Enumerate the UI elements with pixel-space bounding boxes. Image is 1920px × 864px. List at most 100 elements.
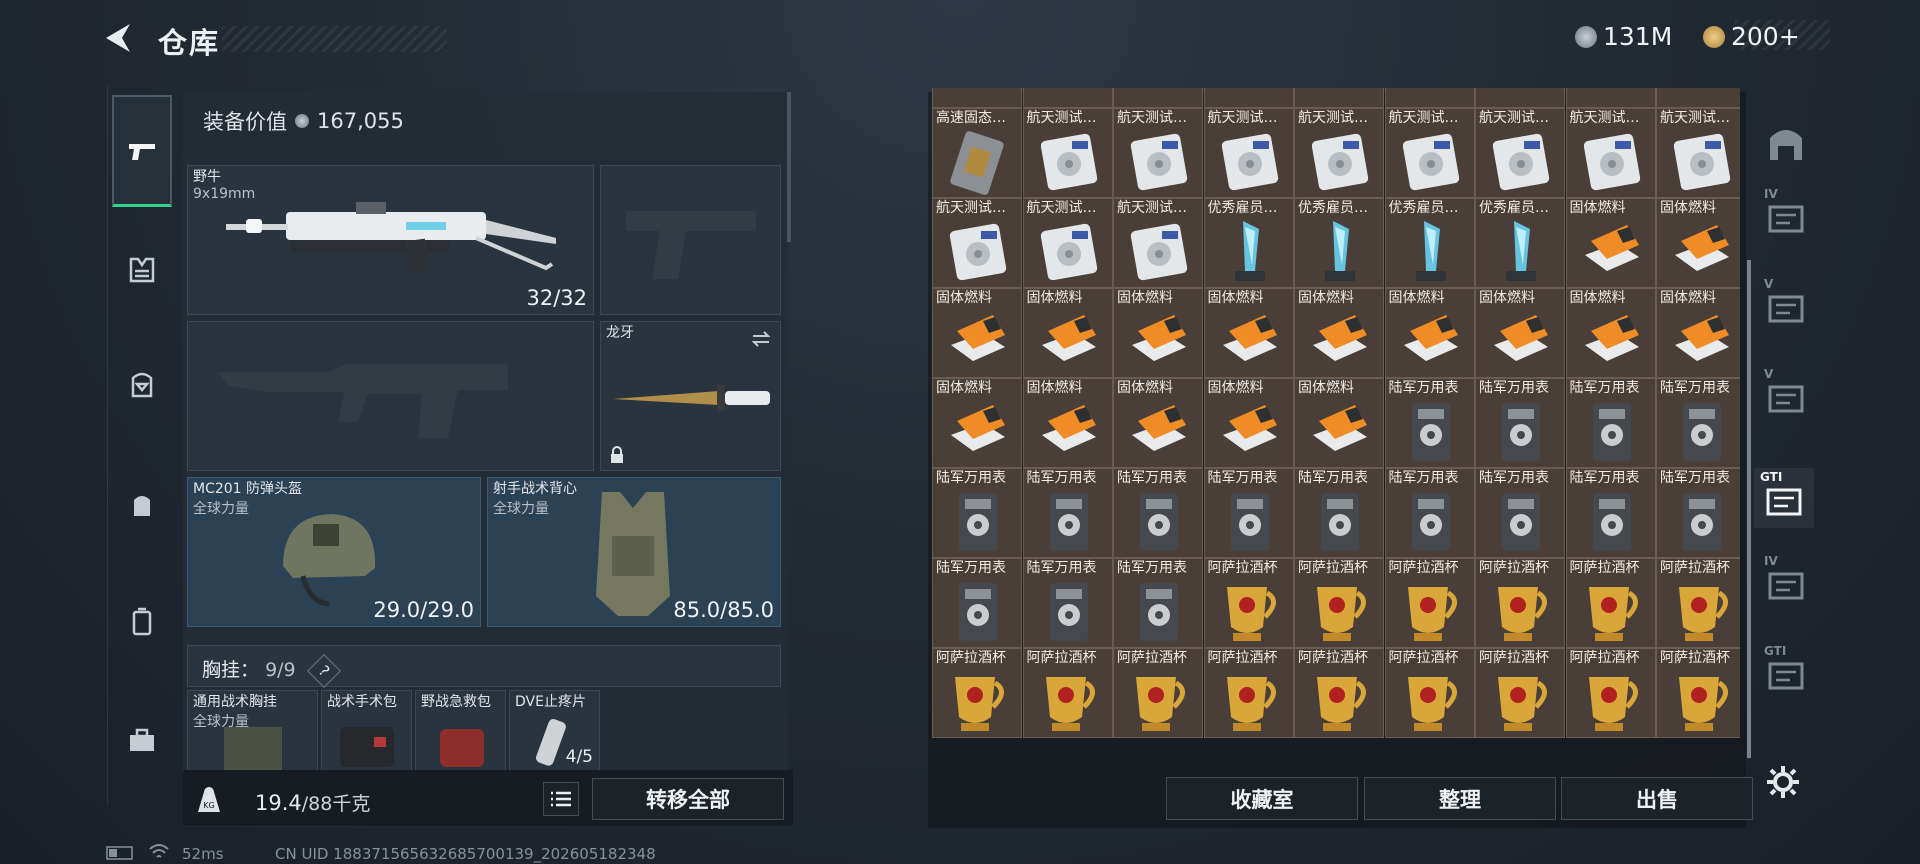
inventory-item[interactable]: 固体燃料 (1203, 378, 1294, 468)
inventory-item[interactable] (1475, 88, 1565, 108)
transfer-all-button[interactable]: 转移全部 (592, 778, 784, 820)
inventory-item[interactable]: 陆军万用表 (1565, 378, 1656, 468)
inventory-item[interactable]: 陆军万用表 (1656, 378, 1740, 468)
inventory-item[interactable]: 固体燃料 (1384, 288, 1475, 378)
tab-weapons[interactable] (112, 95, 172, 207)
inventory-item[interactable]: 高速固态… (932, 108, 1022, 198)
tab-toolbox[interactable] (112, 710, 172, 770)
inventory-item[interactable]: 固体燃料 (1656, 198, 1740, 288)
inventory-item[interactable] (1384, 88, 1475, 108)
inventory-item[interactable]: 陆军万用表 (1475, 468, 1565, 558)
inventory-item[interactable]: 阿萨拉酒杯 (1203, 558, 1294, 648)
inventory-item[interactable]: 固体燃料 (932, 378, 1022, 468)
inventory-item[interactable]: 固体燃料 (1565, 288, 1656, 378)
storage-tab-5[interactable]: IV (1764, 554, 1808, 604)
collection-room-button[interactable]: 收藏室 (1166, 777, 1358, 820)
inventory-item[interactable]: 陆军万用表 (932, 468, 1022, 558)
inventory-item[interactable]: 陆军万用表 (1475, 378, 1565, 468)
swap-icon[interactable] (750, 328, 772, 350)
inventory-item[interactable]: 优秀雇员… (1384, 198, 1475, 288)
inventory-item[interactable]: 陆军万用表 (1384, 378, 1475, 468)
inventory-item[interactable]: 固体燃料 (1656, 288, 1740, 378)
storage-tab-2[interactable]: V (1764, 277, 1808, 327)
inventory-item[interactable]: 阿萨拉酒杯 (1565, 648, 1656, 738)
inventory-item[interactable]: 阿萨拉酒杯 (1384, 558, 1475, 648)
inventory-item[interactable]: 陆军万用表 (1022, 558, 1113, 648)
inventory-item[interactable]: 阿萨拉酒杯 (932, 648, 1022, 738)
storage-tab-1[interactable]: IV (1764, 187, 1808, 237)
inventory-item[interactable]: 陆军万用表 (1113, 558, 1203, 648)
inventory-item[interactable]: 阿萨拉酒杯 (1565, 558, 1656, 648)
rifle-weapon-slot[interactable] (187, 321, 594, 471)
inventory-item[interactable] (1022, 88, 1113, 108)
list-view-button[interactable] (543, 782, 579, 816)
primary-weapon-slot[interactable]: 野牛 9x19mm 32/32 (187, 165, 594, 315)
inventory-item[interactable]: 航天测试… (1475, 108, 1565, 198)
inventory-item[interactable]: 固体燃料 (1113, 378, 1203, 468)
inventory-item[interactable]: 优秀雇员… (1475, 198, 1565, 288)
inventory-item[interactable]: 固体燃料 (1294, 378, 1384, 468)
inventory-item[interactable]: 固体燃料 (1022, 378, 1113, 468)
tab-case[interactable] (112, 592, 172, 652)
back-arrow-icon[interactable] (100, 20, 136, 56)
inventory-item[interactable]: 阿萨拉酒杯 (1384, 648, 1475, 738)
inventory-item[interactable]: 阿萨拉酒杯 (1475, 648, 1565, 738)
inventory-item[interactable]: 陆军万用表 (1656, 468, 1740, 558)
inventory-item[interactable] (1113, 88, 1203, 108)
storage-tab-4[interactable]: GTI (1754, 468, 1814, 528)
help-icon[interactable]: ? (306, 654, 341, 688)
inventory-item[interactable]: 航天测试… (1113, 198, 1203, 288)
inventory-item[interactable]: 航天测试… (1113, 108, 1203, 198)
rig-item-slot[interactable]: 战术手术包 (321, 690, 412, 772)
inventory-item[interactable] (932, 88, 1022, 108)
sort-button[interactable]: 整理 (1364, 777, 1556, 820)
inventory-item[interactable]: 固体燃料 (1022, 288, 1113, 378)
inventory-item[interactable]: 固体燃料 (1565, 198, 1656, 288)
inventory-item[interactable]: 固体燃料 (1113, 288, 1203, 378)
inventory-item[interactable]: 航天测试… (1022, 108, 1113, 198)
inventory-item[interactable]: 航天测试… (1203, 108, 1294, 198)
inventory-item[interactable] (1203, 88, 1294, 108)
melee-slot[interactable]: 龙牙 (600, 321, 781, 471)
tab-rig[interactable] (112, 355, 172, 415)
inventory-item[interactable]: 优秀雇员… (1294, 198, 1384, 288)
inventory-item[interactable]: 陆军万用表 (1203, 468, 1294, 558)
inventory-scrollbar[interactable] (1747, 260, 1751, 758)
secondary-weapon-slot[interactable] (600, 165, 781, 315)
inventory-item[interactable]: 阿萨拉酒杯 (1113, 648, 1203, 738)
inventory-item[interactable] (1656, 88, 1740, 108)
tab-bag[interactable] (112, 475, 172, 535)
inventory-item[interactable]: 航天测试… (1656, 108, 1740, 198)
sell-button[interactable]: 出售 (1561, 777, 1753, 820)
inventory-item[interactable]: 航天测试… (1384, 108, 1475, 198)
inventory-item[interactable]: 陆军万用表 (1022, 468, 1113, 558)
settings-gear-icon[interactable] (1765, 764, 1801, 800)
inventory-item[interactable]: 航天测试… (932, 198, 1022, 288)
inventory-item[interactable]: 陆军万用表 (1113, 468, 1203, 558)
inventory-item[interactable]: 航天测试… (1022, 198, 1113, 288)
inventory-item[interactable]: 航天测试… (1565, 108, 1656, 198)
rig-item-slot[interactable]: DVE止疼片 4/5 (509, 690, 600, 772)
inventory-item[interactable]: 陆军万用表 (1294, 468, 1384, 558)
inventory-item[interactable]: 陆军万用表 (1565, 468, 1656, 558)
vest-slot[interactable]: 射手战术背心 全球力量 85.0/85.0 (487, 477, 781, 627)
inventory-item[interactable]: 陆军万用表 (932, 558, 1022, 648)
inventory-item[interactable]: 陆军万用表 (1384, 468, 1475, 558)
inventory-item[interactable]: 阿萨拉酒杯 (1294, 648, 1384, 738)
inventory-item[interactable]: 阿萨拉酒杯 (1656, 648, 1740, 738)
inventory-item[interactable] (1565, 88, 1656, 108)
inventory-item[interactable]: 阿萨拉酒杯 (1294, 558, 1384, 648)
inventory-item[interactable]: 阿萨拉酒杯 (1475, 558, 1565, 648)
inventory-item[interactable]: 固体燃料 (1475, 288, 1565, 378)
storage-tab-6[interactable]: GTI (1764, 644, 1808, 694)
currency-b[interactable]: 200+ (1703, 22, 1800, 51)
inventory-item[interactable]: 固体燃料 (932, 288, 1022, 378)
equipment-scrollbar[interactable] (787, 92, 791, 242)
tab-armor[interactable] (112, 240, 172, 300)
inventory-item[interactable]: 固体燃料 (1294, 288, 1384, 378)
inventory-item[interactable]: 阿萨拉酒杯 (1656, 558, 1740, 648)
inventory-item[interactable]: 优秀雇员… (1203, 198, 1294, 288)
helmet-slot[interactable]: MC201 防弹头盔 全球力量 29.0/29.0 (187, 477, 481, 627)
inventory-item[interactable]: 固体燃料 (1203, 288, 1294, 378)
inventory-item[interactable] (1294, 88, 1384, 108)
